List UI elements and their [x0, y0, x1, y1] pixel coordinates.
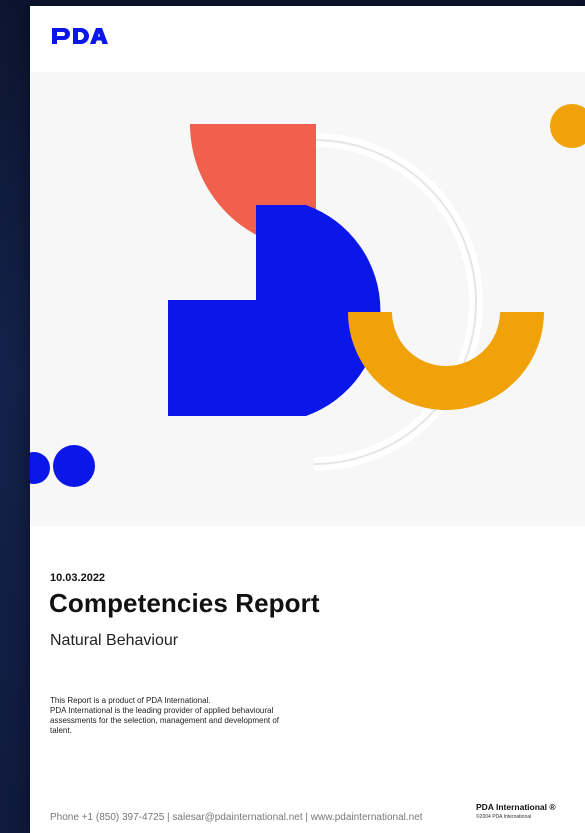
- footer-copyright: ©2004 PDA International: [476, 814, 532, 820]
- footer-brand-name: PDA International ®: [476, 802, 556, 812]
- blue-dot-shape-2: [53, 445, 95, 487]
- abstract-shapes: [30, 104, 585, 487]
- cover-illustration: [30, 72, 585, 526]
- blue-dot-shape-1: [30, 452, 50, 484]
- report-date: 10.03.2022: [50, 572, 106, 584]
- blue-block-shape: [168, 205, 381, 416]
- orange-ring-shape: [348, 312, 544, 410]
- description-line: This Report is a product of PDA Internat…: [50, 696, 211, 705]
- report-description: This Report is a product of PDA Internat…: [50, 696, 320, 736]
- orange-dot-shape: [550, 104, 585, 148]
- description-line: talent.: [50, 726, 72, 735]
- description-line: assessments for the selection, managemen…: [50, 716, 280, 725]
- report-subtitle: Natural Behaviour: [50, 632, 179, 649]
- footer-brand: PDA International ® ©2004 PDA Internatio…: [476, 802, 556, 820]
- pda-logo-mark: [52, 28, 108, 44]
- report-title: Competencies Report: [49, 588, 320, 618]
- report-cover-page: 10.03.2022 Competencies Report Natural B…: [30, 6, 585, 833]
- pda-logo: [50, 22, 120, 50]
- description-line: PDA International is the leading provide…: [50, 706, 274, 715]
- footer-contact-info: Phone +1 (850) 397-4725 | salesar@pdaint…: [50, 812, 423, 823]
